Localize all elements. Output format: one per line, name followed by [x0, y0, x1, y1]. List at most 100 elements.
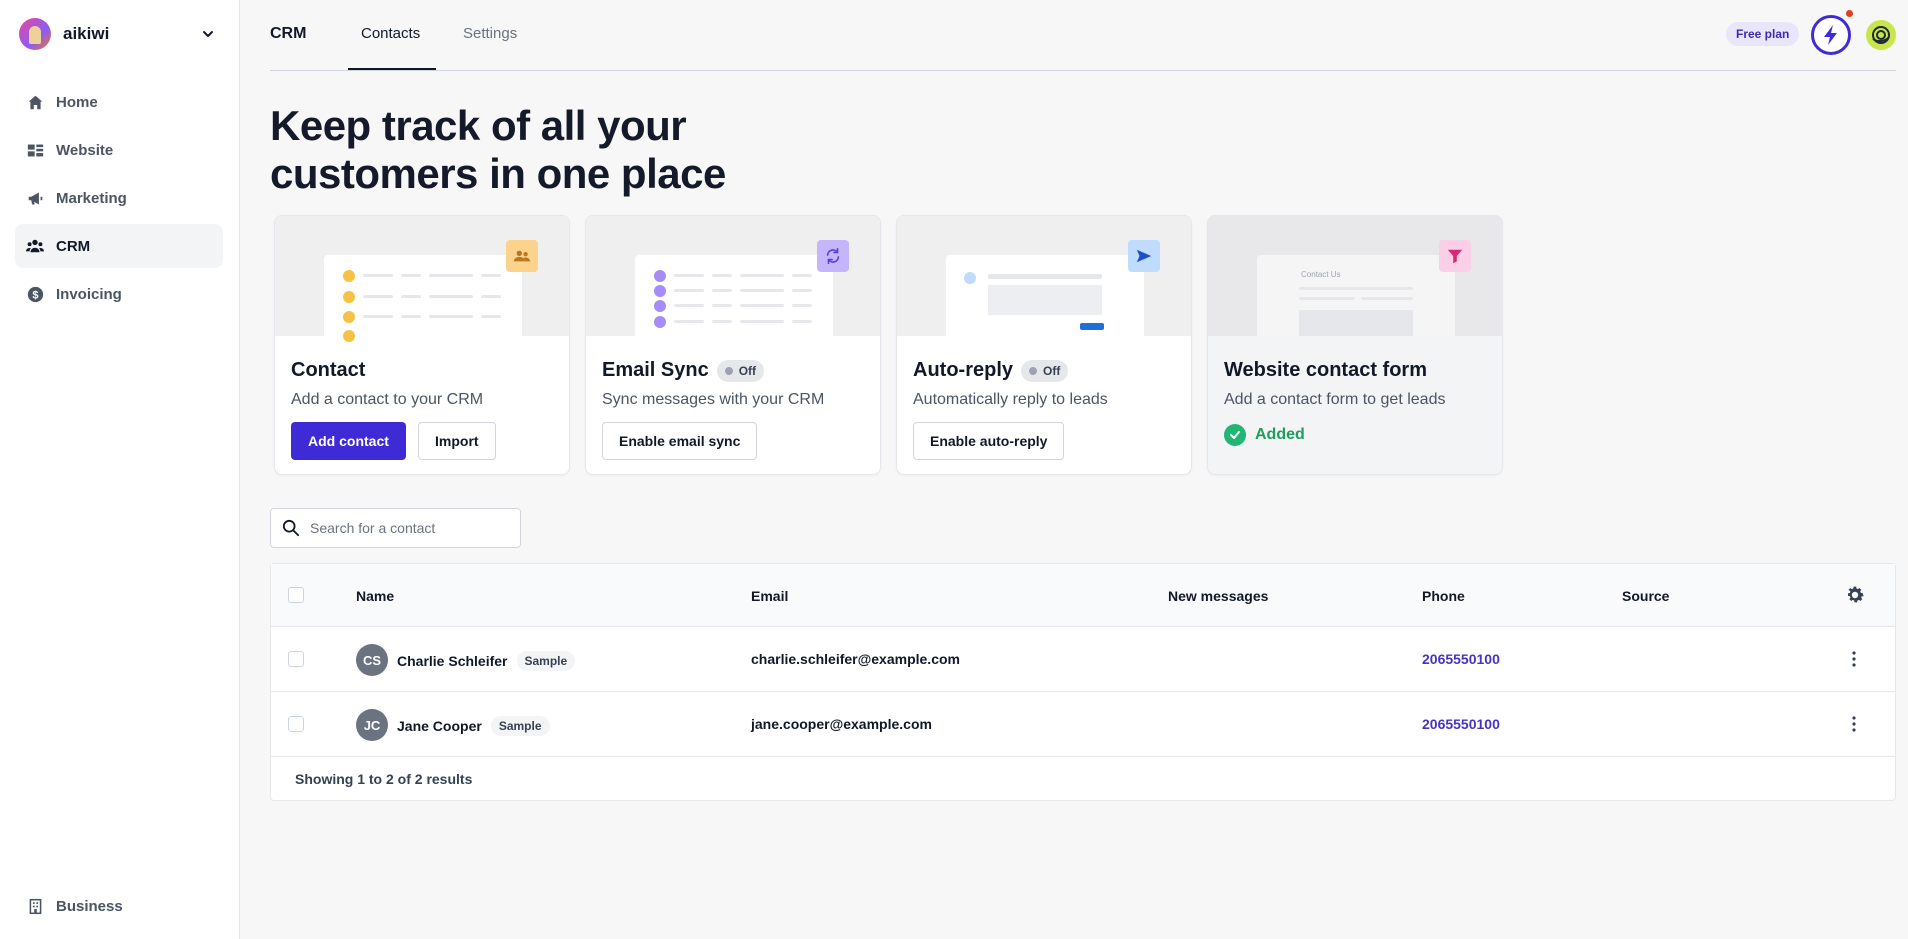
- check-circle-icon: [1224, 424, 1246, 446]
- row-checkbox[interactable]: [288, 716, 304, 732]
- enable-auto-reply-button[interactable]: Enable auto-reply: [913, 422, 1065, 460]
- sidebar-item-invoicing[interactable]: $ Invoicing: [15, 272, 223, 316]
- preview-form-label: Contact Us: [1301, 270, 1341, 279]
- card-description: Add a contact form to get leads: [1224, 391, 1446, 408]
- card-title: Auto-reply Off: [913, 359, 1069, 382]
- search-icon: [282, 519, 300, 537]
- workspace-avatar: [19, 18, 51, 50]
- card-title: Website contact form: [1224, 359, 1427, 381]
- card-title: Contact: [291, 359, 366, 381]
- auto-reply-preview-illustration: [897, 216, 1191, 336]
- card-description: Sync messages with your CRM: [602, 391, 825, 408]
- card-description: Automatically reply to leads: [913, 391, 1108, 408]
- sidebar-item-label: Invoicing: [56, 285, 122, 303]
- card-description: Add a contact to your CRM: [291, 391, 484, 408]
- megaphone-icon: [26, 189, 44, 207]
- users-icon: [26, 237, 44, 255]
- status-badge: Off: [1021, 359, 1069, 382]
- enable-email-sync-button[interactable]: Enable email sync: [602, 422, 758, 460]
- sidebar-item-label: Home: [56, 93, 98, 111]
- added-label: Added: [1255, 426, 1305, 443]
- sidebar-item-business[interactable]: Business: [15, 884, 223, 928]
- sidebar-item-crm[interactable]: CRM: [15, 224, 223, 268]
- more-vertical-icon[interactable]: [1844, 714, 1864, 734]
- sidebar-item-website[interactable]: Website: [15, 128, 223, 172]
- status-badge: Off: [716, 359, 765, 382]
- contact-phone-link[interactable]: 2065550100: [1422, 716, 1500, 732]
- tab-settings[interactable]: Settings: [463, 25, 517, 42]
- contact-preview-illustration: [275, 216, 569, 342]
- sidebar-item-home[interactable]: Home: [15, 80, 223, 124]
- page-title: Keep track of all your customers in one …: [270, 102, 726, 197]
- quick-actions-button[interactable]: [1811, 15, 1851, 55]
- sidebar-item-label: Business: [56, 897, 123, 915]
- column-header-new-messages[interactable]: New messages: [1168, 588, 1268, 604]
- auto-reply-card: Auto-reply Off Automatically reply to le…: [896, 215, 1192, 475]
- search-box[interactable]: [270, 508, 521, 548]
- add-contact-button[interactable]: Add contact: [291, 422, 406, 460]
- app-title: CRM: [270, 25, 307, 42]
- svg-text:$: $: [32, 289, 38, 301]
- card-title-text: Email Sync: [602, 359, 709, 381]
- row-checkbox[interactable]: [288, 651, 304, 667]
- building-icon: [26, 897, 44, 915]
- table-header: Name Email New messages Phone Source: [271, 564, 1895, 627]
- contact-name-text: Charlie Schleifer: [397, 653, 508, 669]
- email-sync-card: Email Sync Off Sync messages with your C…: [585, 215, 881, 475]
- tab-contacts[interactable]: Contacts: [361, 25, 420, 42]
- card-title: Email Sync Off: [602, 359, 765, 382]
- import-button[interactable]: Import: [418, 422, 496, 460]
- sample-badge: Sample: [516, 651, 576, 671]
- contact-name[interactable]: Charlie Schleifer Sample: [397, 651, 576, 671]
- sidebar-item-label: Website: [56, 141, 114, 159]
- column-header-name[interactable]: Name: [356, 588, 394, 604]
- select-all-checkbox[interactable]: [288, 587, 304, 603]
- sidebar-item-marketing[interactable]: Marketing: [15, 176, 223, 220]
- contact-name-text: Jane Cooper: [397, 718, 482, 734]
- sync-icon: [817, 240, 849, 272]
- dollar-icon: $: [26, 285, 44, 303]
- added-status: Added: [1224, 424, 1305, 446]
- home-icon: [26, 93, 44, 111]
- table-row[interactable]: JC Jane Cooper Sample jane.cooper@exampl…: [271, 692, 1895, 757]
- top-header: CRM Contacts Settings Free plan: [270, 0, 1896, 71]
- gear-icon[interactable]: [1844, 584, 1866, 606]
- filter-icon: [1439, 240, 1471, 272]
- workspace-name: aikiwi: [63, 24, 110, 43]
- contacts-table: Name Email New messages Phone Source CS …: [270, 563, 1896, 801]
- sidebar: aikiwi Home Website Marketing CRM $ Invo…: [0, 0, 240, 939]
- pagination-summary: Showing 1 to 2 of 2 results: [295, 771, 473, 787]
- contact-name[interactable]: Jane Cooper Sample: [397, 716, 550, 736]
- column-header-phone[interactable]: Phone: [1422, 588, 1465, 604]
- chevron-down-icon[interactable]: [197, 23, 219, 45]
- workspace-switcher[interactable]: aikiwi: [19, 17, 219, 51]
- column-header-source[interactable]: Source: [1622, 588, 1669, 604]
- website-contact-form-card: Contact Us Website contact form Add a co…: [1207, 215, 1503, 475]
- sample-badge: Sample: [490, 716, 550, 736]
- status-text: Off: [1043, 363, 1061, 378]
- send-icon: [1128, 240, 1160, 272]
- plan-badge[interactable]: Free plan: [1726, 22, 1800, 46]
- contact-form-preview-illustration: Contact Us: [1208, 216, 1502, 336]
- sidebar-nav: Home Website Marketing CRM $ Invoicing: [15, 80, 223, 320]
- status-dot: [1029, 366, 1037, 375]
- lightning-icon: [1824, 25, 1837, 45]
- email-sync-preview-illustration: [586, 216, 880, 336]
- table-row[interactable]: CS Charlie Schleifer Sample charlie.schl…: [271, 627, 1895, 692]
- contact-card: Contact Add a contact to your CRM Add co…: [274, 215, 570, 475]
- sidebar-item-label: Marketing: [56, 189, 127, 207]
- search-input[interactable]: [310, 520, 500, 536]
- contact-phone-link[interactable]: 2065550100: [1422, 651, 1500, 667]
- active-tab-indicator: [348, 68, 436, 70]
- user-avatar[interactable]: [1866, 20, 1896, 50]
- column-header-email[interactable]: Email: [751, 588, 788, 604]
- sidebar-item-label: CRM: [56, 237, 91, 255]
- users-icon: [506, 240, 538, 272]
- contact-email: charlie.schleifer@example.com: [751, 651, 960, 667]
- notification-dot: [1844, 8, 1855, 19]
- sidebar-bottom: Business: [15, 884, 223, 932]
- contact-avatar: JC: [356, 709, 388, 741]
- status-dot: [724, 366, 733, 375]
- more-vertical-icon[interactable]: [1844, 649, 1864, 669]
- card-title-text: Auto-reply: [913, 359, 1013, 381]
